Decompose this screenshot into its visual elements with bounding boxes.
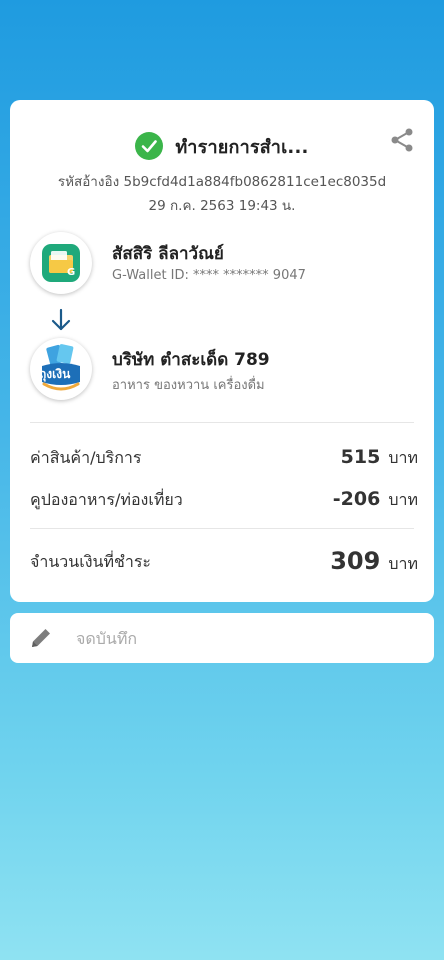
total-amount: 309 <box>330 547 381 575</box>
thung-ngoen-icon: ถุงเงิน <box>30 338 92 400</box>
sender-name: สัสสิริ ลีลาวัณย์ <box>112 244 224 264</box>
note-input[interactable] <box>74 627 398 649</box>
transaction-datetime: 29 ก.ค. 2563 19:43 น. <box>148 198 296 214</box>
share-icon[interactable] <box>388 126 416 154</box>
svg-text:G: G <box>67 267 75 278</box>
arrow-down-icon <box>50 308 72 332</box>
currency-unit: บาท <box>388 489 418 509</box>
receiver-section: ถุงเงิน บริษัท ตำสะเด็ด 789 อาหาร ของหวา… <box>30 338 420 400</box>
summary-amount: 515 <box>340 445 381 468</box>
summary-row-goods: ค่าสินค้า/บริการ 515 บาท <box>30 444 418 472</box>
g-wallet-icon: G <box>30 232 92 294</box>
receipt-header: ทำรายการสำเ... <box>10 130 434 162</box>
sender-wallet-id: G-Wallet ID: **** ******* 9047 <box>112 268 306 283</box>
summary-label: คูปองอาหาร/ท่องเที่ยว <box>30 489 183 509</box>
receiver-name: บริษัท ตำสะเด็ด 789 <box>112 350 270 370</box>
summary-row-total: จำนวนเงินที่ชำระ 309 บาท <box>30 547 418 576</box>
summary-label: ค่าสินค้า/บริการ <box>30 447 142 467</box>
currency-unit: บาท <box>388 554 418 573</box>
divider <box>30 422 414 423</box>
summary-amount: -206 <box>332 487 381 510</box>
receipt-card: ทำรายการสำเ... รหัสอ้างอิง 5b9cfd4d1a884… <box>10 100 434 602</box>
divider <box>30 528 414 529</box>
reference-code: รหัสอ้างอิง 5b9cfd4d1a884fb0862811ce1ec8… <box>57 174 387 190</box>
success-check-icon <box>135 132 164 160</box>
currency-unit: บาท <box>388 447 418 467</box>
sender-section: G สัสสิริ ลีลาวัณย์ G-Wallet ID: **** **… <box>30 232 420 294</box>
total-label: จำนวนเงินที่ชำระ <box>30 551 152 571</box>
receipt-title: ทำรายการสำเ... <box>175 136 309 158</box>
summary-row-coupon: คูปองอาหาร/ท่องเที่ยว -206 บาท <box>30 486 418 514</box>
thung-ngoen-logo-text: ถุงเงิน <box>39 367 71 381</box>
pencil-icon <box>28 625 54 651</box>
note-field-container[interactable] <box>10 613 434 663</box>
receiver-category: อาหาร ของหวาน เครื่องดื่ม <box>112 378 265 393</box>
